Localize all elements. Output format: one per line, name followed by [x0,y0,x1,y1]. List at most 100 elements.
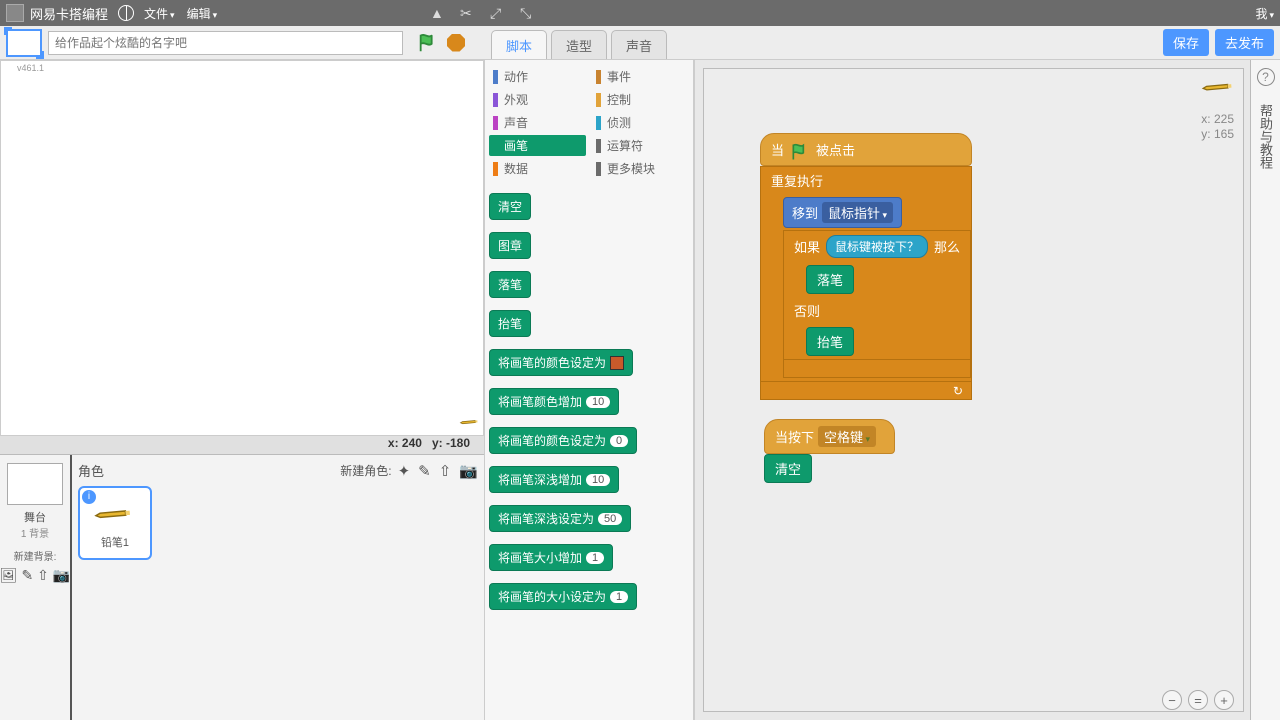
cat-control[interactable]: 控制 [592,89,689,110]
help-label: 帮助与教程 [1256,104,1275,169]
block-goto-mouse[interactable]: 移到鼠标指针 [783,197,902,228]
help-icon[interactable]: ? [1257,68,1275,86]
cat-operators[interactable]: 运算符 [592,135,689,156]
block-pendown[interactable]: 落笔 [489,271,531,298]
grow-tool-icon[interactable]: ⤢ [490,5,506,21]
block-penup-s[interactable]: 抬笔 [806,327,854,356]
color-swatch-icon [610,356,624,370]
app-brand: 网易卡搭编程 [30,4,108,23]
block-changecolor[interactable]: 将画笔颜色增加10 [489,388,619,415]
stage-fullscreen-icon[interactable] [6,29,42,57]
sprite-paint-icon[interactable]: ✎ [418,462,431,480]
version-label: v461.1 [17,63,44,73]
backdrop-count: 1 背景 [0,525,70,540]
tab-sounds[interactable]: 声音 [611,30,667,59]
script-stack-main[interactable]: 当 被点击 重复执行 移到鼠标指针 如果鼠标键被按下？那么 落笔 否则 抬笔 [760,133,972,400]
zoom-out-icon[interactable]: − [1162,690,1182,710]
cat-sound[interactable]: 声音 [489,112,586,133]
backdrop-library-icon[interactable]: 🖼 [0,567,17,584]
stop-icon[interactable] [447,34,465,52]
cat-sensing[interactable]: 侦测 [592,112,689,133]
block-when-key[interactable]: 当按下空格键 [764,419,895,454]
block-mousedown[interactable]: 鼠标键被按下？ [826,235,928,258]
category-grid: 动作 事件 外观 控制 声音 侦测 画笔 运算符 数据 更多模块 [489,66,689,179]
stage-coordinates: x: 240 y: -180 [0,436,484,454]
coord-y-value: -180 [446,436,470,450]
new-sprite-label: 新建角色: [340,462,391,479]
block-setsize[interactable]: 将画笔的大小设定为1 [489,583,637,610]
zoom-controls: − = + [1162,690,1234,710]
script-canvas[interactable]: 当 被点击 重复执行 移到鼠标指针 如果鼠标键被按下？那么 落笔 否则 抬笔 [703,68,1244,712]
file-menu[interactable]: 文件 [144,5,175,22]
stage-label: 舞台 [0,509,70,525]
save-button[interactable]: 保存 [1163,29,1209,56]
block-setcolor[interactable]: 将画笔的颜色设定为 [489,349,633,376]
sprite-preview-icon [1204,72,1234,102]
main-area: v461.1 x: 240 y: -180 舞台 1 背景 新建背景: 🖼 ✎ … [0,60,1280,720]
stamp-tool-icon[interactable]: ▲ [430,5,446,21]
tab-costumes[interactable]: 造型 [551,30,607,59]
block-if-else[interactable]: 如果鼠标键被按下？那么 落笔 否则 抬笔 [783,230,971,378]
block-clear[interactable]: 清空 [489,193,531,220]
script-area: 当 被点击 重复执行 移到鼠标指针 如果鼠标键被按下？那么 落笔 否则 抬笔 [694,60,1280,720]
coord-x-value: 240 [402,436,422,450]
sprite-thumbnail[interactable]: i 铅笔1 [78,486,152,560]
cut-tool-icon[interactable]: ✂ [460,5,476,21]
cat-data[interactable]: 数据 [489,158,586,179]
block-when-flag[interactable]: 当 被点击 [760,133,972,166]
backdrop-upload-icon[interactable]: ⇧ [37,567,49,584]
block-clear-s[interactable]: 清空 [764,454,812,483]
stage-selector[interactable]: 舞台 1 背景 新建背景: 🖼 ✎ ⇧ 📷 [0,455,72,720]
top-menu-bar: 网易卡搭编程 文件 编辑 ▲ ✂ ⤢ ⤡ 我 [0,0,1280,26]
stage-canvas[interactable]: v461.1 [0,60,484,436]
cat-motion[interactable]: 动作 [489,66,586,87]
cat-looks[interactable]: 外观 [489,89,586,110]
editor-tabs: 脚本 造型 声音 [491,30,671,59]
coord-y-label: y: [432,436,443,450]
sprite-upload-icon[interactable]: ⇧ [439,462,452,480]
cat-pen[interactable]: 画笔 [489,135,586,156]
block-changeshade[interactable]: 将画笔深浅增加10 [489,466,619,493]
cat-more[interactable]: 更多模块 [592,158,689,179]
help-sidebar[interactable]: ? 帮助与教程 [1250,60,1280,720]
sprites-title: 角色 [78,461,104,480]
green-flag-icon[interactable] [417,32,439,54]
sprites-panel: 舞台 1 背景 新建背景: 🖼 ✎ ⇧ 📷 角色 新建角色: ✦ ✎ [0,454,484,720]
sprites-list: 角色 新建角色: ✦ ✎ ⇧ 📷 i 铅笔1 [72,455,484,720]
script-coordinates: x: 225 y: 165 [1201,112,1234,142]
sprite-library-icon[interactable]: ✦ [398,462,411,480]
block-setcolornum[interactable]: 将画笔的颜色设定为0 [489,427,637,454]
zoom-reset-icon[interactable]: = [1188,690,1208,710]
coord-x-label: x: [388,436,399,450]
backdrop-camera-icon[interactable]: 📷 [53,567,70,584]
script-stack-key[interactable]: 当按下空格键 清空 [764,419,895,483]
language-icon[interactable] [118,5,134,21]
sprite-camera-icon[interactable]: 📷 [459,462,478,480]
stage-thumbnail[interactable] [7,463,63,505]
cursor-pencil-icon [461,413,479,431]
publish-button[interactable]: 去发布 [1215,29,1274,56]
backdrop-paint-icon[interactable]: ✎ [21,567,33,584]
block-stamp[interactable]: 图章 [489,232,531,259]
block-forever[interactable]: 重复执行 移到鼠标指针 如果鼠标键被按下？那么 落笔 否则 抬笔 ↻ [760,166,972,400]
project-header: 脚本 造型 声音 保存 去发布 [0,26,1280,60]
toolbar-center: ▲ ✂ ⤢ ⤡ [430,5,536,21]
app-logo-icon [6,4,24,22]
left-column: v461.1 x: 240 y: -180 舞台 1 背景 新建背景: 🖼 ✎ … [0,60,484,720]
new-backdrop-label: 新建背景: [0,548,70,563]
project-name-input[interactable] [48,31,403,55]
block-setshade[interactable]: 将画笔深浅设定为50 [489,505,631,532]
zoom-in-icon[interactable]: + [1214,690,1234,710]
loop-arrow-icon: ↻ [953,384,963,398]
block-pendown-s[interactable]: 落笔 [806,265,854,294]
shrink-tool-icon[interactable]: ⤡ [520,5,536,21]
account-menu[interactable]: 我 [1255,5,1274,22]
tab-scripts[interactable]: 脚本 [491,30,547,59]
block-palette: 动作 事件 外观 控制 声音 侦测 画笔 运算符 数据 更多模块 清空 图章 落… [484,60,694,720]
sprite-info-icon[interactable]: i [82,490,96,504]
block-changesize[interactable]: 将画笔大小增加1 [489,544,613,571]
block-penup[interactable]: 抬笔 [489,310,531,337]
cat-events[interactable]: 事件 [592,66,689,87]
green-flag-icon [790,142,810,158]
edit-menu[interactable]: 编辑 [187,5,218,22]
